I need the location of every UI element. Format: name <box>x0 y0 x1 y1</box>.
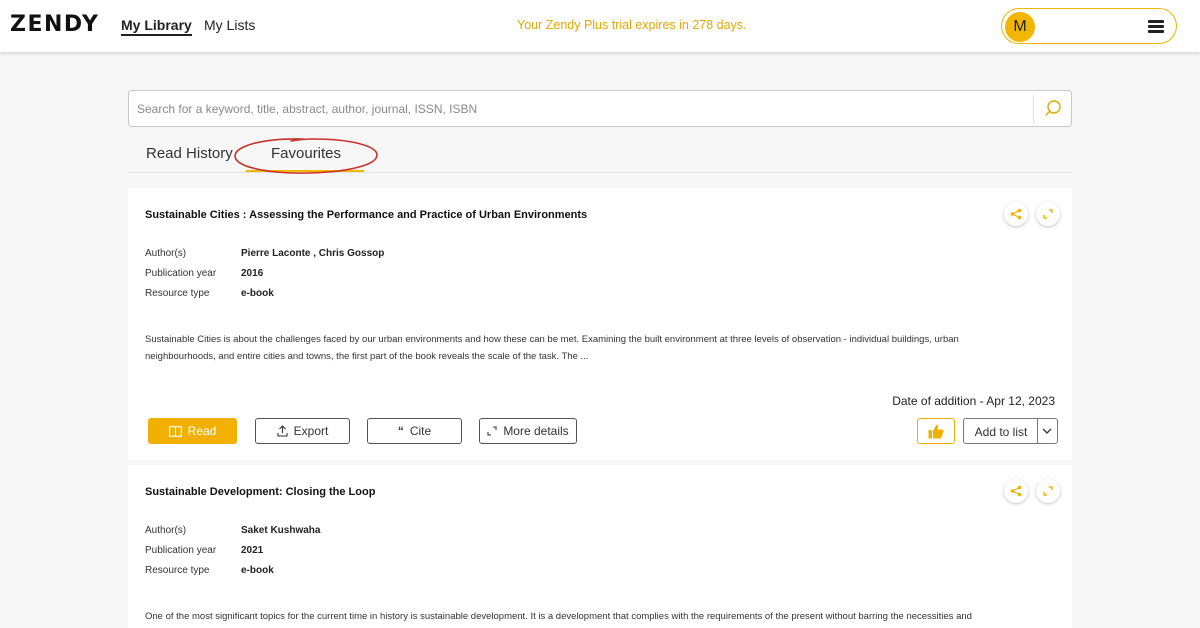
hamburger-icon[interactable] <box>1148 20 1164 33</box>
share-button[interactable] <box>1004 479 1028 503</box>
type-label: Resource type <box>145 565 210 576</box>
authors-value: Saket Kushwaha <box>241 525 321 536</box>
search-input[interactable] <box>137 99 1017 119</box>
nav-my-lists[interactable]: My Lists <box>204 17 255 33</box>
year-label: Publication year <box>145 545 217 556</box>
year-value: 2016 <box>241 268 264 279</box>
trial-notice: Your Zendy Plus trial expires in 278 day… <box>517 18 747 32</box>
more-details-button[interactable]: More details <box>479 418 577 444</box>
read-label: Read <box>187 424 217 438</box>
abstract-line: Sustainable Cities is about the challeng… <box>145 334 959 345</box>
result-card: Sustainable Development: Closing the Loo… <box>128 465 1072 628</box>
avatar[interactable]: M <box>1005 12 1035 42</box>
export-label: Export <box>293 424 329 438</box>
read-button[interactable]: Read <box>148 418 237 444</box>
authors-label: Author(s) <box>145 525 187 536</box>
nav-my-library[interactable]: My Library <box>121 17 192 36</box>
share-icon <box>1010 485 1022 497</box>
type-value: e-book <box>241 565 274 576</box>
expand-icon <box>1043 486 1053 496</box>
thumbs-up-icon <box>928 424 944 439</box>
zendy-logo[interactable]: ZENDY <box>10 12 99 37</box>
search-divider <box>1033 95 1034 123</box>
export-button[interactable]: Export <box>255 418 350 444</box>
type-value: e-book <box>241 288 274 299</box>
abstract-line: neighbourhoods, and entire cities and to… <box>145 351 589 362</box>
chevron-down-icon[interactable] <box>1041 426 1053 436</box>
dropdown-divider <box>1037 419 1038 443</box>
year-label: Publication year <box>145 268 217 279</box>
result-title[interactable]: Sustainable Development: Closing the Loo… <box>145 486 375 498</box>
cite-label: Cite <box>409 424 432 438</box>
authors-label: Author(s) <box>145 248 187 259</box>
expand-icon <box>487 426 497 436</box>
year-value: 2021 <box>241 545 264 556</box>
upload-icon <box>277 425 288 437</box>
type-label: Resource type <box>145 288 210 299</box>
share-button[interactable] <box>1004 202 1028 226</box>
share-icon <box>1010 208 1022 220</box>
result-card: Sustainable Cities : Assessing the Perfo… <box>128 188 1072 460</box>
add-to-list-dropdown[interactable]: Add to list <box>963 418 1058 444</box>
quote-icon: “ <box>397 424 404 438</box>
cite-button[interactable]: “ Cite <box>367 418 462 444</box>
top-header: ZENDY My Library My Lists Your Zendy Plu… <box>0 0 1200 52</box>
expand-button[interactable] <box>1036 479 1060 503</box>
search-bar <box>128 90 1072 127</box>
tab-read-history[interactable]: Read History <box>146 145 233 162</box>
add-to-list-label[interactable]: Add to list <box>964 425 1038 439</box>
authors-value: Pierre Laconte , Chris Gossop <box>241 248 385 259</box>
book-icon <box>168 425 182 437</box>
annotation-circle <box>234 138 378 174</box>
search-icon <box>1045 100 1061 116</box>
search-button[interactable] <box>1035 91 1072 126</box>
date-of-addition: Date of addition - Apr 12, 2023 <box>892 394 1055 408</box>
expand-icon <box>1043 209 1053 219</box>
like-button[interactable] <box>917 418 955 444</box>
user-menu[interactable]: M <box>1001 8 1177 44</box>
expand-button[interactable] <box>1036 202 1060 226</box>
abstract-line: One of the most significant topics for t… <box>145 611 972 622</box>
result-title[interactable]: Sustainable Cities : Assessing the Perfo… <box>145 209 587 221</box>
more-details-label: More details <box>503 424 569 438</box>
